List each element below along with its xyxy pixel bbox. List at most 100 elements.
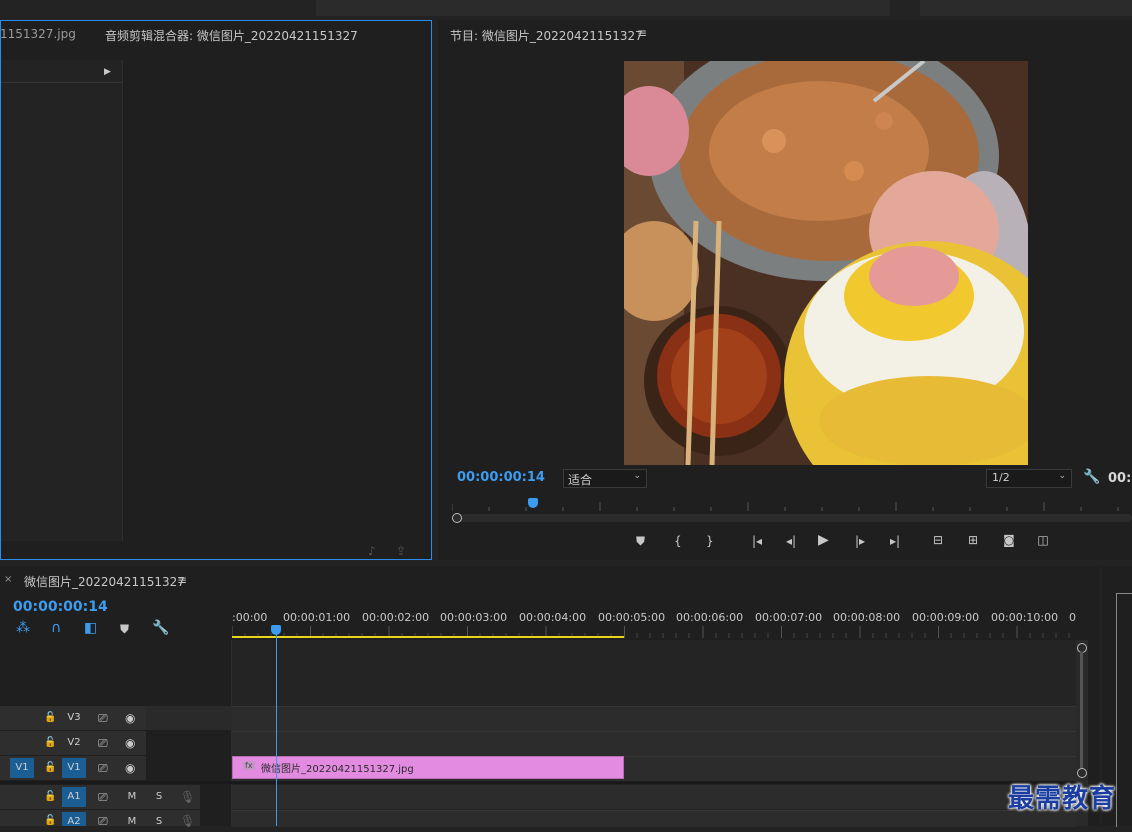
track-v2-lane[interactable] [232,731,1076,756]
track-a2-lane[interactable] [232,810,1076,827]
chevron-down-icon: ⌄ [1058,471,1066,481]
lift-icon[interactable]: ⊟ [928,534,948,546]
mark-out-icon[interactable]: } [706,535,714,547]
solo-track-button[interactable]: S [147,787,171,807]
toggle-sync-lock-icon[interactable]: ⎚ [98,815,108,827]
mute-track-button[interactable]: M [120,787,144,807]
scrollbar-handle-bottom[interactable] [1077,768,1087,778]
track-v3-lane[interactable] [232,706,1076,731]
resolution-select[interactable]: 1/2 ⌄ [986,469,1072,488]
fit-select[interactable]: 适合 ⌄ [563,469,647,488]
ruler-label: 00:00:01:00 [283,611,351,624]
program-preview-image [624,61,1028,465]
video-audio-divider [0,781,1076,784]
food-photo-illustration [624,61,1028,465]
microphone-icon[interactable]: 🎙 [180,791,195,803]
lock-icon[interactable]: 🔓 [44,791,56,803]
ruler-label: 0 [1069,611,1076,624]
lock-icon[interactable]: 🔓 [44,712,56,724]
solo-track-button[interactable]: S [147,812,171,827]
eye-icon[interactable]: ◉ [125,762,135,774]
loop-audio-icon[interactable]: ♪ [368,545,376,557]
track-v3: 🔓 V3 ⎚ ◉ [0,706,1076,731]
monitor-zoom-bar[interactable] [452,514,1132,522]
program-duration-timecode: 00: [1108,471,1132,486]
microphone-icon[interactable]: 🎙 [180,815,195,827]
mixer-track-list [1,60,123,541]
top-toolbar-strip [316,0,1132,16]
go-to-out-icon[interactable]: ▸| [886,535,904,547]
scrollbar-track[interactable] [1080,652,1083,768]
ruler-label: :00:00 [232,611,268,624]
ruler-label: 00:00:06:00 [676,611,744,624]
timeline-settings-wrench-icon[interactable]: 🔧 [152,621,169,635]
ruler-label: 00:00:05:00 [598,611,666,624]
timeline-playhead-line [276,634,277,826]
toggle-sync-lock-icon[interactable]: ⎚ [98,791,108,803]
track-a1-lane[interactable] [232,785,1076,809]
track-v1-label[interactable]: V1 [62,758,86,778]
lock-icon[interactable]: 🔓 [44,762,56,774]
source-patch-v1[interactable]: V1 [10,758,34,778]
ruler-label: 00:00:08:00 [833,611,901,624]
monitor-scrub-ruler[interactable] [451,498,1132,512]
toggle-sync-lock-icon[interactable]: ⎚ [98,737,108,749]
play-icon[interactable]: ▶ [818,533,829,547]
ruler-label: 00:00:07:00 [755,611,823,624]
ruler-label: 00:00:04:00 [519,611,587,624]
audio-clip-mixer-title[interactable]: 音频剪辑混合器: 微信图片_20220421151327 [105,27,358,44]
ruler-label: 00:00:03:00 [440,611,508,624]
toggle-sync-lock-icon[interactable]: ⎚ [98,762,108,774]
step-back-icon[interactable]: ◂| [783,535,799,547]
lock-icon[interactable]: 🔓 [44,737,56,749]
ruler-label: 00:00:10:00 [991,611,1059,624]
mute-track-button[interactable]: M [120,812,144,827]
timeline-timecode[interactable]: 00:00:00:14 [13,599,108,615]
expand-arrow-icon[interactable]: ▶ [104,66,111,78]
panel-menu-icon[interactable]: ≡ [637,26,647,40]
go-to-in-icon[interactable]: |◂ [748,535,766,547]
eye-icon[interactable]: ◉ [125,737,135,749]
sequence-tab-label[interactable]: 微信图片_20220421151327 [24,573,185,590]
chevron-down-icon: ⌄ [633,471,641,481]
zoom-handle-left[interactable] [452,513,462,523]
lock-icon[interactable]: 🔓 [44,815,56,827]
monitor-playhead[interactable] [528,498,538,508]
track-a1: 🔓 A1 ⎚ M S 🎙 [0,785,1076,809]
track-v3-label[interactable]: V3 [62,708,86,728]
clip-name: 微信图片_20220421151327.jpg [261,764,414,775]
step-forward-icon[interactable]: |▸ [852,535,868,547]
export-icon[interactable]: ⇪ [396,545,406,557]
mark-in-icon[interactable]: { [674,535,682,547]
timeline-menu-icon[interactable]: ≡ [177,573,187,587]
timeline-clip[interactable]: fx 微信图片_20220421151327.jpg [232,756,624,779]
wrench-settings-icon[interactable]: 🔧 [1083,470,1100,484]
close-tab-icon[interactable]: × [4,574,12,586]
extract-icon[interactable]: ⊞ [963,534,983,546]
ruler-label: 00:00:02:00 [362,611,430,624]
toggle-sync-lock-icon[interactable]: ⎚ [98,712,108,724]
ruler-ticks [451,502,1119,511]
source-tab-label[interactable]: 1151327.jpg [0,27,76,41]
right-panel-frame [1116,593,1132,827]
track-v2: 🔓 V2 ⎚ ◉ [0,731,1076,756]
program-timecode[interactable]: 00:00:00:14 [457,470,545,485]
track-a1-label[interactable]: A1 [62,787,86,807]
track-a2: 🔓 A2 ⎚ M S 🎙 [0,810,1076,827]
track-v2-label[interactable]: V2 [62,733,86,753]
insert-nest-icon[interactable]: ⁂ [16,621,30,635]
export-frame-camera-icon[interactable]: ◙ [1000,534,1018,546]
snap-magnet-icon[interactable]: ∩ [51,621,61,635]
track-a2-label[interactable]: A2 [62,812,86,827]
add-marker-timeline-icon[interactable]: ⛊ [120,623,129,635]
add-marker-icon[interactable]: ⛊ [636,535,645,547]
linked-selection-icon[interactable]: ◧ [84,621,97,635]
fx-badge-icon: fx [243,761,255,770]
top-toolbar-divider [890,0,920,16]
eye-icon[interactable]: ◉ [125,712,135,724]
program-monitor-title[interactable]: 节目: 微信图片_20220421151327 [450,27,643,44]
work-area-bar[interactable] [232,636,624,638]
ruler-label: 00:00:09:00 [912,611,980,624]
comparison-view-icon[interactable]: ◫ [1033,534,1053,546]
watermark-logo: 最需教育 [1008,784,1117,814]
